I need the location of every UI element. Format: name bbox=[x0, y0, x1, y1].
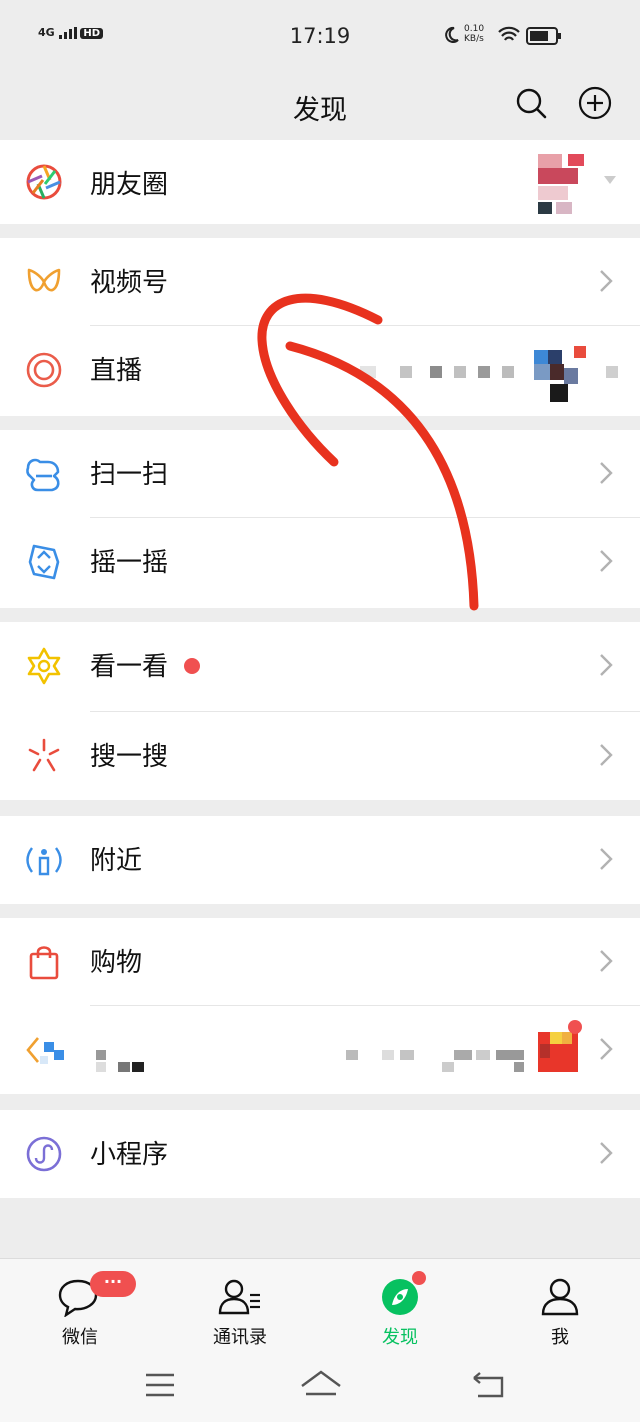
tab-me-label: 我 bbox=[551, 1327, 569, 1348]
tab-contacts[interactable]: 通讯录 bbox=[160, 1269, 320, 1349]
person-icon bbox=[540, 1277, 580, 1321]
tab-discover-label: 发现 bbox=[382, 1327, 418, 1348]
tab-contacts-label: 通讯录 bbox=[213, 1327, 267, 1348]
menu-icon[interactable] bbox=[144, 1372, 176, 1402]
contacts-icon bbox=[218, 1277, 264, 1321]
home-icon[interactable] bbox=[300, 1370, 342, 1406]
tab-chats-label: 微信 bbox=[62, 1327, 98, 1348]
tab-chats[interactable]: ··· 微信 bbox=[0, 1269, 160, 1349]
unread-badge: ··· bbox=[90, 1271, 136, 1297]
notification-dot bbox=[412, 1271, 426, 1285]
back-icon[interactable] bbox=[472, 1372, 504, 1404]
system-nav-bar bbox=[0, 1350, 640, 1422]
tab-me[interactable]: 我 bbox=[480, 1269, 640, 1349]
annotation-arrow bbox=[257, 293, 479, 611]
bottom-tab-bar: ··· 微信 通讯录 发现 我 bbox=[0, 1258, 640, 1350]
tab-discover[interactable]: 发现 bbox=[320, 1269, 480, 1349]
